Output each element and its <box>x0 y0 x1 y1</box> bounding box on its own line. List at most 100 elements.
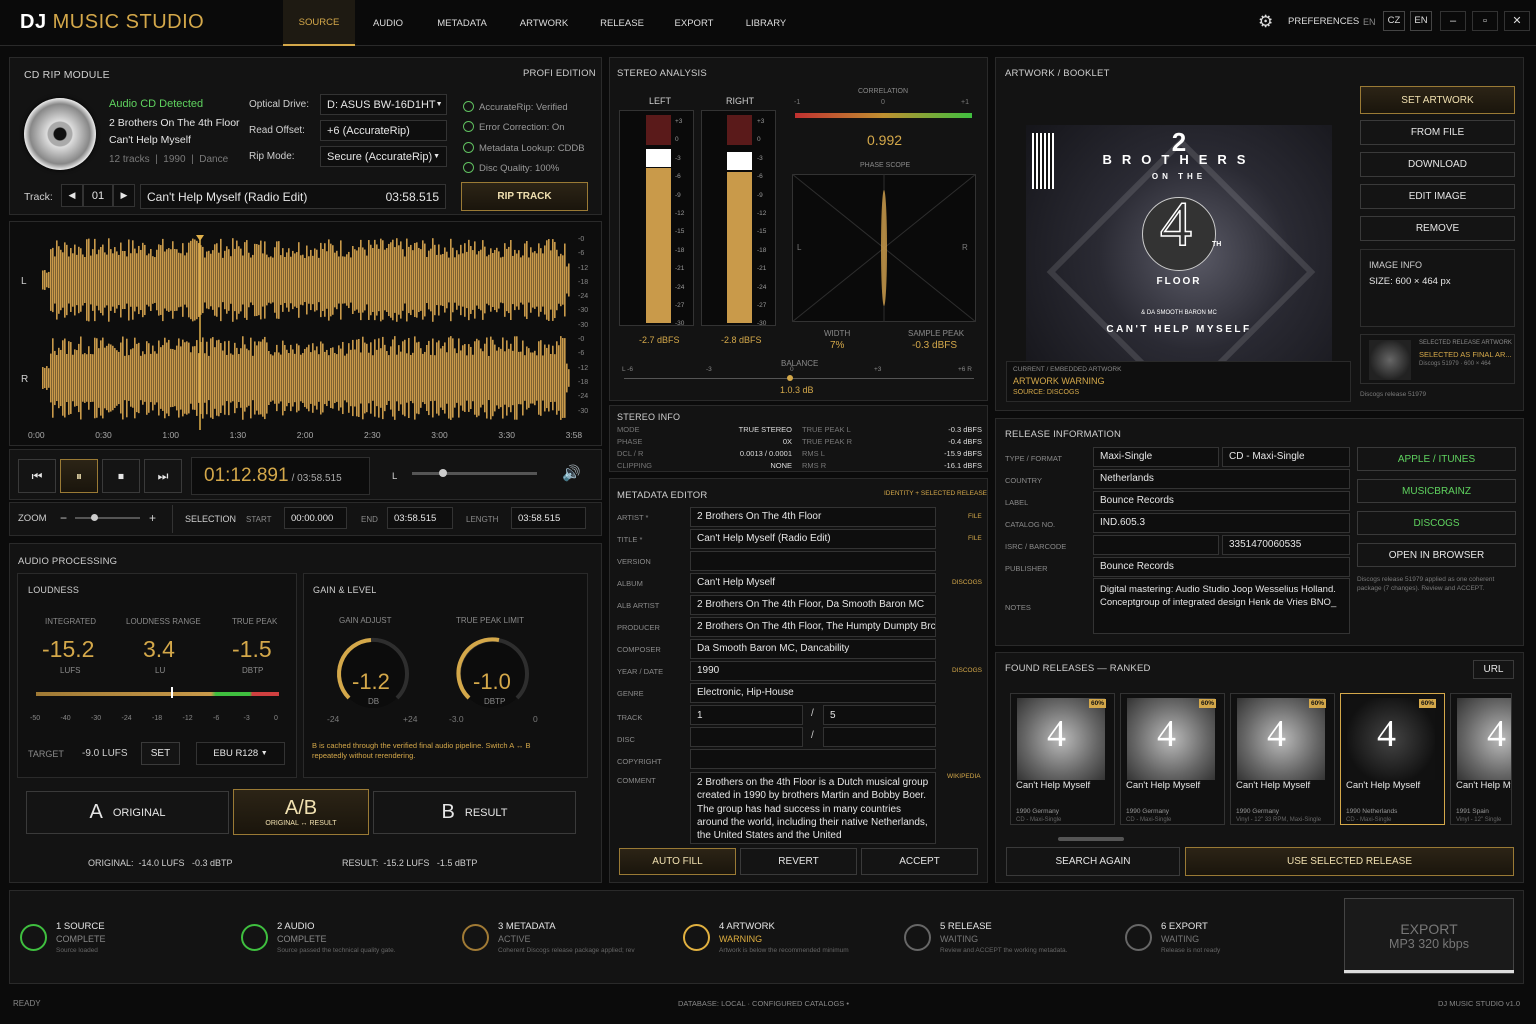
apple-itunes-button[interactable]: APPLE / ITUNES <box>1357 447 1516 471</box>
copyright-field[interactable] <box>690 749 936 769</box>
standard-select[interactable]: EBU R128 ▼ <box>196 742 285 765</box>
tab-release[interactable]: RELEASE <box>592 0 652 46</box>
release-year: 1990 Germany <box>1126 808 1169 815</box>
meta-field[interactable]: Electronic, Hip-House <box>690 683 936 703</box>
zoom-out-button[interactable]: − <box>60 511 67 525</box>
meta-field[interactable]: Can't Help Myself <box>690 573 936 593</box>
release-field[interactable]: Bounce Records <box>1093 491 1350 511</box>
meta-field[interactable]: 2 Brothers On The 4th Floor, Da Smooth B… <box>690 595 936 615</box>
tab-source[interactable]: SOURCE <box>283 0 355 46</box>
remove-button[interactable]: REMOVE <box>1360 216 1515 241</box>
drive-select[interactable]: D: ASUS BW-16D1HT ▼ <box>320 94 447 115</box>
tab-metadata[interactable]: METADATA <box>430 0 494 46</box>
revert-button[interactable]: REVERT <box>740 848 857 875</box>
release-field[interactable]: Maxi-Single <box>1093 447 1219 467</box>
track-of-field[interactable]: 5 <box>823 705 936 725</box>
set-artwork-button[interactable]: SET ARTWORK <box>1360 86 1515 114</box>
ab-result-button[interactable]: B RESULT <box>373 791 576 834</box>
meta-field[interactable]: 2 Brothers On The 4th Floor, The Humpty … <box>690 617 936 637</box>
maximize-button[interactable]: ▫ <box>1472 11 1498 31</box>
musicbrainz-button[interactable]: MUSICBRAINZ <box>1357 479 1516 503</box>
skip-back-button[interactable]: ⏮ <box>18 459 56 493</box>
lang-en-dim[interactable]: EN <box>1363 17 1376 27</box>
wave-sample <box>500 257 502 303</box>
wave-sample <box>540 248 542 312</box>
release-field[interactable] <box>1093 535 1219 555</box>
close-button[interactable]: ✕ <box>1504 11 1530 31</box>
tab-library[interactable]: LIBRARY <box>738 0 794 46</box>
from-file-button[interactable]: FROM FILE <box>1360 120 1515 145</box>
ab-toggle-button[interactable]: A/B ORIGINAL ↔ RESULT <box>233 789 369 835</box>
meta-field[interactable]: 2 Brothers On The 4th Floor <box>690 507 936 527</box>
release-field-2[interactable]: 3351470060535 <box>1222 535 1350 555</box>
stop-button[interactable]: ⏹ <box>102 459 140 493</box>
release-scrollbar[interactable] <box>1058 837 1124 841</box>
volume-slider[interactable] <box>412 469 537 477</box>
waveform[interactable] <box>30 230 575 430</box>
tab-export[interactable]: EXPORT <box>666 0 722 46</box>
wave-sample <box>242 255 244 305</box>
download-button[interactable]: DOWNLOAD <box>1360 152 1515 177</box>
use-selected-release-button[interactable]: USE SELECTED RELEASE <box>1185 847 1514 876</box>
meta-field[interactable]: Da Smooth Baron MC, Dancability <box>690 639 936 659</box>
artwork-image[interactable]: 2 BROTHERS ON THE 4 TH FLOOR & DA SMOOTH… <box>1026 125 1332 361</box>
rip-track-button[interactable]: RIP TRACK <box>461 182 588 211</box>
zoom-handle[interactable] <box>91 514 98 521</box>
release-field[interactable]: Bounce Records <box>1093 557 1350 577</box>
meta-field[interactable]: Can't Help Myself (Radio Edit) <box>690 529 936 549</box>
lang-en-button[interactable]: EN <box>1410 11 1432 31</box>
open-browser-button[interactable]: OPEN IN BROWSER <box>1357 543 1516 567</box>
track-prev-button[interactable]: ◀ <box>61 184 83 207</box>
gear-icon[interactable]: ⚙ <box>1258 12 1273 32</box>
track-field[interactable]: 1 <box>690 705 803 725</box>
release-card[interactable]: 4 60% Can't Help Myself 1990 Germany CD - Ma… <box>1010 693 1115 825</box>
track-name-field[interactable]: Can't Help Myself (Radio Edit) 03:58.515 <box>140 184 446 209</box>
length-field[interactable]: 03:58.515 <box>511 507 586 529</box>
mode-select[interactable]: Secure (AccurateRip) ▼ <box>320 146 447 167</box>
export-button[interactable]: EXPORT MP3 320 kbps <box>1344 898 1514 974</box>
release-card[interactable]: 4 60% Can't Help Myself 1990 Netherlands CD … <box>1340 693 1445 825</box>
tab-audio[interactable]: AUDIO <box>360 0 416 46</box>
release-card[interactable]: 4 60% Can't Help Myself 1990 Germany Vinyl -… <box>1230 693 1335 825</box>
accept-button[interactable]: ACCEPT <box>861 848 978 875</box>
end-field[interactable]: 03:58.515 <box>387 507 453 529</box>
offset-field[interactable]: +6 (AccurateRip) <box>320 120 447 141</box>
auto-fill-button[interactable]: AUTO FILL <box>619 848 736 875</box>
meta-field[interactable]: 1990 <box>690 661 936 681</box>
tab-artwork[interactable]: ARTWORK <box>512 0 576 46</box>
discogs-button[interactable]: DISCOGS <box>1357 511 1516 535</box>
minimize-button[interactable]: – <box>1440 11 1466 31</box>
pause-button[interactable]: ⏸ <box>60 459 98 493</box>
start-field[interactable]: 00:00.000 <box>284 507 347 529</box>
meta-field[interactable] <box>690 551 936 571</box>
ab-original-button[interactable]: A ORIGINAL <box>26 791 229 834</box>
release-field[interactable]: IND.605.3 <box>1093 513 1350 533</box>
speaker-icon[interactable]: 🔊 <box>562 464 581 482</box>
edit-image-button[interactable]: EDIT IMAGE <box>1360 184 1515 209</box>
url-button[interactable]: URL <box>1473 660 1514 679</box>
skip-forward-button[interactable]: ⏭ <box>144 459 182 493</box>
release-card[interactable]: 4 60% Can't Help Myself 1990 Germany CD - Ma… <box>1120 693 1225 825</box>
time-tick: 3:58 <box>565 430 583 440</box>
target-set-button[interactable]: SET <box>141 742 180 765</box>
volume-handle[interactable] <box>439 469 447 477</box>
playhead-marker[interactable] <box>196 235 204 241</box>
preferences-button[interactable]: PREFERENCES <box>1288 16 1359 27</box>
wave-sample <box>86 354 88 402</box>
zoom-in-button[interactable]: + <box>149 511 156 525</box>
zoom-slider[interactable] <box>75 514 140 521</box>
disc-field[interactable] <box>690 727 803 747</box>
disc-of-field[interactable] <box>823 727 936 747</box>
notes-field[interactable]: Digital mastering: Audio Studio Joop Wes… <box>1093 578 1350 634</box>
comment-field[interactable]: 2 Brothers on the 4th Floor is a Dutch m… <box>690 772 936 844</box>
lang-cz-button[interactable]: CZ <box>1383 11 1405 31</box>
release-card[interactable]: 4 Can't Help My 1991 Spain Vinyl - 12" Sing… <box>1450 693 1512 825</box>
release-field-2[interactable]: CD - Maxi-Single <box>1222 447 1350 467</box>
track-number[interactable]: 01 <box>83 184 113 207</box>
wave-sample <box>522 255 524 305</box>
release-field[interactable]: Netherlands <box>1093 469 1350 489</box>
search-again-button[interactable]: SEARCH AGAIN <box>1006 847 1180 876</box>
track-next-button[interactable]: ▶ <box>113 184 135 207</box>
target-value: -9.0 LUFS <box>82 748 128 759</box>
wave-sample <box>80 336 82 420</box>
